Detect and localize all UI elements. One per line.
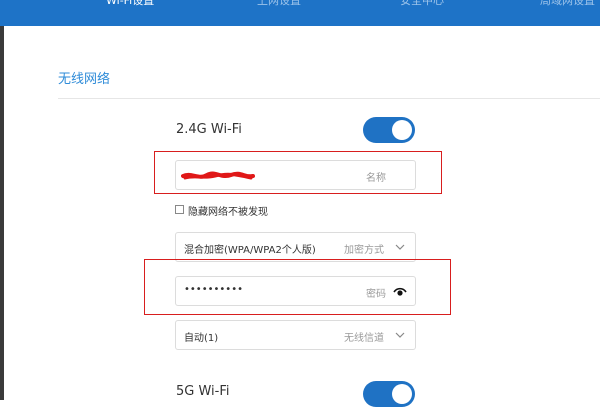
hide-network-label: 隐藏网络不被发现 <box>188 207 268 218</box>
top-nav: Wi-Fi设置 上网设置 安全中心 局域网设置 <box>0 0 600 26</box>
chevron-down-icon <box>395 332 405 338</box>
wifi-24g-toggle[interactable] <box>363 117 415 143</box>
toggle-knob <box>392 120 412 140</box>
toggle-knob <box>392 384 412 404</box>
hide-network-checkbox[interactable] <box>175 205 184 214</box>
tab-security-center[interactable]: 安全中心 <box>400 0 444 8</box>
chevron-down-icon <box>395 244 405 250</box>
highlight-box-name <box>154 151 442 194</box>
encryption-select[interactable]: 混合加密(WPA/WPA2个人版) 加密方式 <box>175 232 416 262</box>
tab-wifi-settings[interactable]: Wi-Fi设置 <box>106 0 154 8</box>
channel-value: 自动(1) <box>184 333 219 344</box>
tab-lan-settings[interactable]: 局域网设置 <box>540 0 595 8</box>
wifi-5g-toggle[interactable] <box>363 381 415 407</box>
section-title: 无线网络 <box>58 72 111 87</box>
section-divider <box>58 98 600 99</box>
highlight-box-password <box>144 259 451 315</box>
channel-select[interactable]: 自动(1) 无线信道 <box>175 320 416 350</box>
channel-hint: 无线信道 <box>344 333 384 344</box>
wifi-24g-label: 2.4G Wi-Fi <box>176 122 242 137</box>
window-edge <box>0 26 4 400</box>
encryption-value: 混合加密(WPA/WPA2个人版) <box>184 245 316 256</box>
tab-internet-settings[interactable]: 上网设置 <box>257 0 301 8</box>
encryption-hint: 加密方式 <box>344 245 384 256</box>
wifi-5g-label: 5G Wi-Fi <box>176 384 230 399</box>
